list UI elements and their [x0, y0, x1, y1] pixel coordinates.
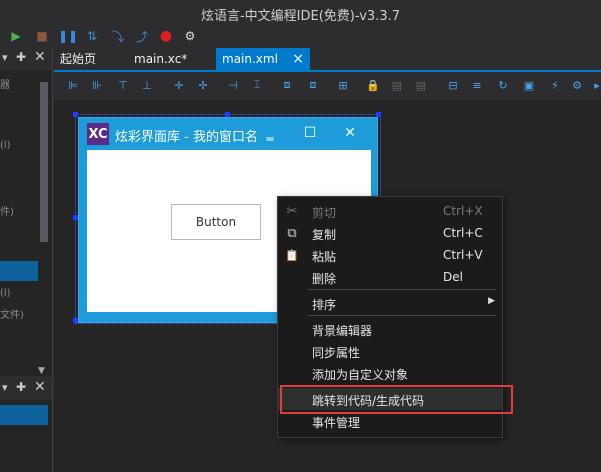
menu-item-background-editor[interactable]: 背景编辑器 [278, 318, 502, 340]
list-icon[interactable]: ≡ [470, 78, 484, 92]
run-toolbar: ▶ ■ ❚❚ ⇅ ⤵ ⤴ ● ⚙ [0, 26, 601, 48]
menu-item-add-custom-object[interactable]: 添加为自定义对象 [278, 362, 502, 384]
scroll-down-icon[interactable]: ▼ [38, 366, 45, 376]
title-bar: 炫语言-中文编程IDE(免费)-v3.3.7 [0, 0, 601, 26]
menu-item-paste[interactable]: 📋 粘贴 Ctrl+V [278, 244, 502, 266]
tab-label: main.xml [222, 52, 278, 66]
menu-item-label: 同步属性 [312, 346, 361, 360]
lock-icon[interactable]: 🔒 [366, 78, 380, 92]
copy-icon: ⧉ [287, 225, 297, 241]
breakpoint-icon[interactable]: ● [158, 28, 174, 44]
menu-item-label: 背景编辑器 [312, 324, 373, 338]
left-panel-lower-selected-row[interactable] [0, 405, 48, 425]
build-icon[interactable]: ⚙ [182, 28, 198, 44]
scissors-icon: ✂ [286, 203, 298, 219]
distribute-v-icon[interactable]: ⧈ [306, 78, 320, 92]
space-icon[interactable]: ⊞ [336, 78, 350, 92]
close-icon[interactable]: ✕ [341, 124, 359, 142]
center-vertical-icon[interactable]: ✛ [172, 78, 186, 92]
align-bottom-icon[interactable]: ⊥ [140, 78, 154, 92]
left-panel-selected-row[interactable] [0, 261, 38, 281]
tab-start-page[interactable]: 起始页 [54, 48, 130, 70]
tab-label: 起始页 [60, 52, 97, 66]
left-panel-lower: ▾ ✚ ✕ [0, 378, 53, 472]
left-panel-text: (l) [0, 288, 11, 299]
designed-window-caption: 炫彩界面库 - 我的窗口名 [115, 130, 258, 145]
tab-label: main.xc* [134, 52, 188, 66]
same-width-icon[interactable]: ⊣ [226, 78, 240, 92]
menu-item-shortcut: Del [443, 270, 463, 284]
menu-separator [308, 289, 496, 290]
menu-item-sort[interactable]: 排序 ▶ [278, 292, 502, 314]
align-left-icon[interactable]: ⊫ [66, 78, 80, 92]
close-icon[interactable]: ✕ [34, 49, 46, 65]
designed-window-titlebar[interactable]: XC 炫彩界面库 - 我的窗口名 ‗ ☐ ✕ [79, 118, 377, 150]
image-icon[interactable]: ▣ [522, 78, 536, 92]
center-horizontal-icon[interactable]: ✢ [196, 78, 210, 92]
menu-item-label: 删除 [312, 272, 337, 286]
left-panel-text: (l) [0, 140, 11, 151]
tab-main-xml[interactable]: main.xml × [216, 48, 310, 70]
left-panel-scrollbar[interactable] [40, 82, 48, 242]
menu-item-label: 粘贴 [312, 250, 337, 264]
left-panel-lower-header: ▾ ✚ ✕ [0, 378, 52, 400]
highlight-annotation-box [280, 385, 513, 414]
paste-icon: 📋 [285, 248, 299, 262]
maximize-icon[interactable]: ☐ [301, 124, 319, 142]
menu-item-shortcut: Ctrl+C [443, 226, 483, 240]
left-panel: ▾ ✚ ✕ 器 (l) 件) (l) 文件) ▼ [0, 48, 53, 376]
run-icon[interactable]: ▶ [8, 28, 24, 44]
pin-icon[interactable]: ▾ [2, 51, 8, 64]
step-out-icon[interactable]: ⤴ [134, 28, 150, 44]
menu-item-delete[interactable]: 删除 Del [278, 266, 502, 288]
left-panel-text: 件) [0, 207, 14, 218]
menu-item-copy[interactable]: ⧉ 复制 Ctrl+C [278, 222, 502, 244]
close-icon[interactable]: ✕ [34, 379, 46, 395]
xc-logo-icon: XC [87, 123, 109, 145]
distribute-h-icon[interactable]: ⧈ [280, 78, 294, 92]
pin-icon[interactable]: ▾ [2, 381, 8, 394]
menu-item-label: 事件管理 [312, 416, 361, 430]
more-icon[interactable]: ▸ [590, 78, 601, 92]
left-panel-text: 器 [0, 80, 10, 91]
stop-icon[interactable]: ■ [34, 28, 50, 44]
step-into-icon[interactable]: ⤵ [110, 28, 126, 44]
menu-item-label: 复制 [312, 228, 337, 242]
left-panel-header: ▾ ✚ ✕ [0, 48, 52, 70]
pin-icon-2[interactable]: ✚ [16, 50, 26, 64]
tab-main-xc[interactable]: main.xc* [128, 48, 220, 70]
paste-style-icon[interactable]: ▤ [414, 78, 428, 92]
align-top-icon[interactable]: ⊤ [116, 78, 130, 92]
pause-icon[interactable]: ❚❚ [58, 28, 78, 44]
menu-item-label: 添加为自定义对象 [312, 368, 409, 382]
close-tab-icon[interactable]: × [292, 48, 304, 70]
align-right-icon[interactable]: ⊪ [90, 78, 104, 92]
step-over-icon[interactable]: ⇅ [84, 28, 100, 44]
menu-item-sync-properties[interactable]: 同步属性 [278, 340, 502, 362]
tab-bar: 起始页 main.xc* main.xml × [54, 48, 601, 72]
menu-item-shortcut: Ctrl+X [443, 204, 483, 218]
event-icon[interactable]: ⚡ [548, 78, 562, 92]
menu-separator [308, 315, 496, 316]
pin-icon-2[interactable]: ✚ [16, 380, 26, 394]
designed-button[interactable]: Button [171, 204, 261, 240]
refresh-icon[interactable]: ↻ [496, 78, 510, 92]
minimize-icon[interactable]: ‗ [261, 124, 279, 142]
settings-icon[interactable]: ⚙ [570, 78, 584, 92]
left-panel-text: 文件) [0, 310, 24, 321]
menu-item-label: 排序 [312, 298, 337, 312]
app-title: 炫语言-中文编程IDE(免费)-v3.3.7 [200, 9, 400, 24]
menu-item-label: 剪切 [312, 206, 337, 220]
designer-toolbar: ⊫ ⊪ ⊤ ⊥ ✛ ✢ ⊣ ⌶ ⧈ ⧈ ⊞ 🔒 ▤ ▤ ⊟ ≡ ↻ ▣ ⚡ ⚙ … [54, 72, 601, 100]
preview-icon[interactable]: ⊟ [446, 78, 460, 92]
submenu-arrow-icon: ▶ [488, 296, 495, 306]
copy-style-icon[interactable]: ▤ [390, 78, 404, 92]
menu-item-shortcut: Ctrl+V [443, 248, 483, 262]
same-height-icon[interactable]: ⌶ [250, 78, 264, 92]
menu-item-cut[interactable]: ✂ 剪切 Ctrl+X [278, 200, 502, 222]
